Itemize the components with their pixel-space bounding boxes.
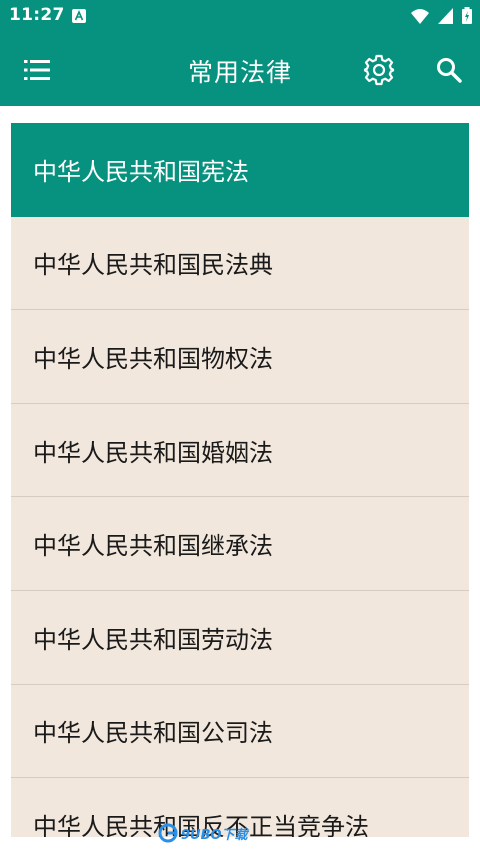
search-icon [437, 58, 462, 83]
watermark-logo: 9UBO下载 [158, 822, 248, 844]
law-item-property-law[interactable]: 中华人民共和国物权法 [11, 310, 469, 404]
signal-icon [438, 7, 453, 24]
law-item-civil-code[interactable]: 中华人民共和国民法典 [11, 216, 469, 311]
a-notification-icon [72, 9, 86, 23]
battery-charging-icon [462, 7, 472, 24]
law-item-company-law[interactable]: 中华人民共和国公司法 [11, 684, 469, 779]
law-item-constitution[interactable]: 中华人民共和国宪法 [11, 123, 469, 217]
law-list: 中华人民共和国宪法 中华人民共和国民法典 中华人民共和国物权法 中华人民共和国婚… [11, 123, 469, 837]
law-item-marriage-law[interactable]: 中华人民共和国婚姻法 [11, 403, 469, 498]
app-bar: 常用法律 [0, 33, 480, 106]
status-icons [411, 7, 472, 24]
settings-button[interactable] [360, 51, 398, 89]
status-bar: 11:27 [0, 0, 480, 33]
watermark-icon [158, 823, 178, 843]
watermark-text: 9UBO下载 [181, 827, 248, 843]
search-button[interactable] [430, 51, 468, 89]
status-time: 11:27 [9, 5, 65, 25]
page-title: 常用法律 [187, 58, 292, 87]
wifi-icon [411, 8, 429, 24]
law-item-inheritance-law[interactable]: 中华人民共和国继承法 [11, 497, 469, 591]
gear-icon [363, 54, 395, 86]
law-item-labor-law[interactable]: 中华人民共和国劳动法 [11, 590, 469, 685]
